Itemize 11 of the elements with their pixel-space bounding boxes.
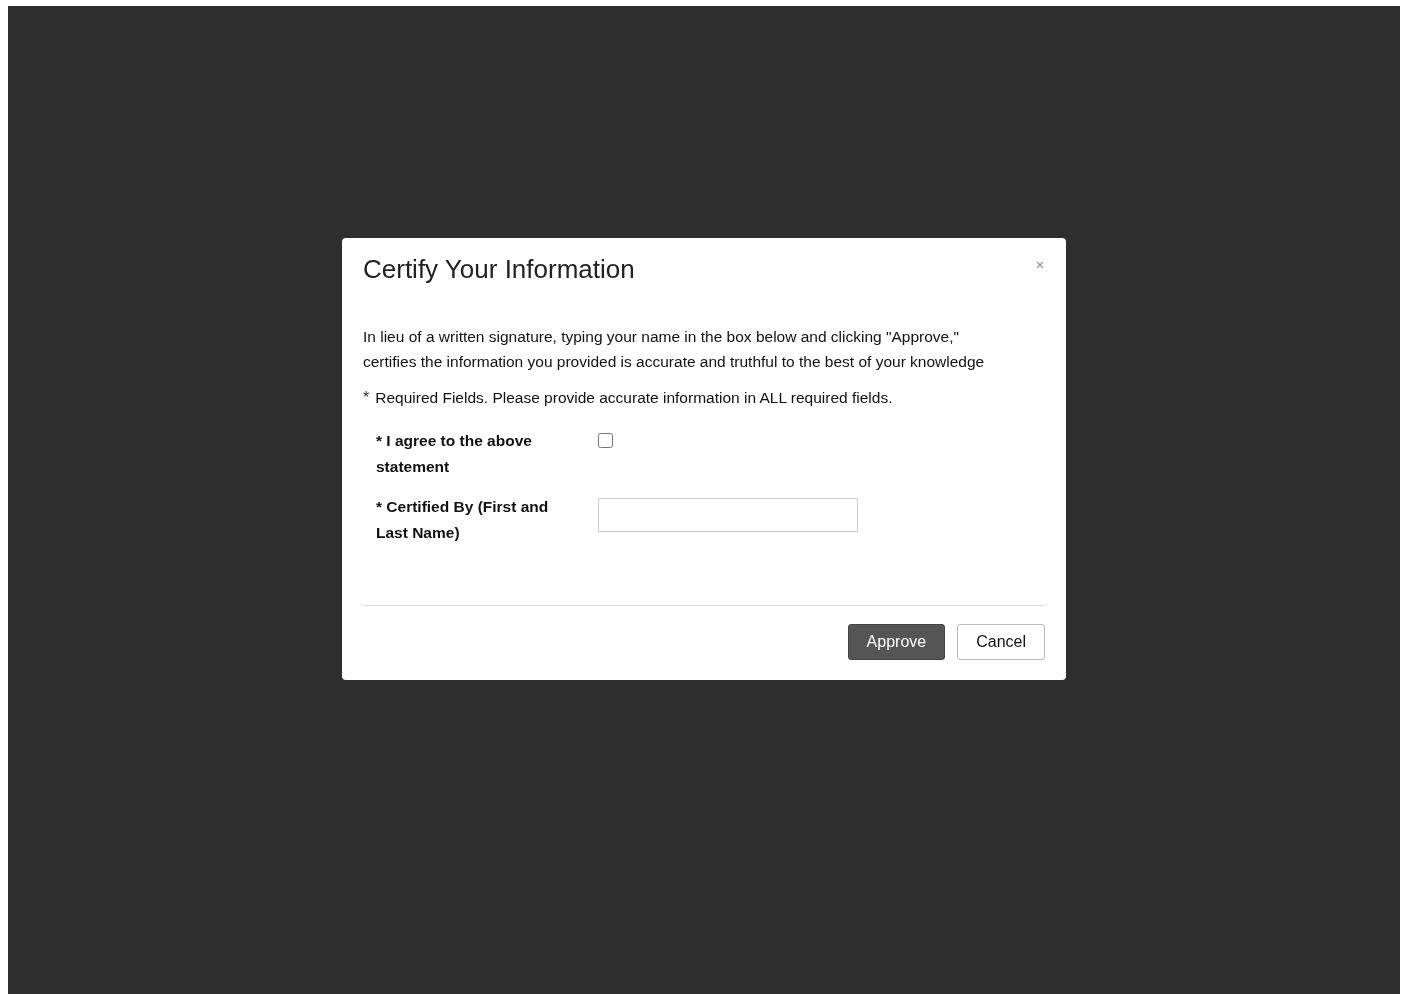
name-input-field[interactable]: [598, 498, 858, 532]
approve-button[interactable]: Approve: [847, 624, 946, 660]
field-label: * I agree to the above statement: [376, 431, 533, 477]
agree-checkbox[interactable]: [598, 433, 613, 448]
field-label: * Certified By (First and Last Name): [376, 497, 550, 543]
statement-text: In lieu of a written signature, typing your name in the box below and clicking "Approve," certifies the information you provided is accurate and truthful to the best of your knowledge: [363, 327, 986, 372]
required-note: Required Fields. Please provide accurate information in ALL required fields.: [375, 388, 893, 408]
close-icon[interactable]: [1035, 260, 1045, 270]
dialog-title: Certify Your Information: [363, 253, 635, 286]
cancel-button[interactable]: Cancel: [957, 624, 1045, 660]
required-mark: *: [363, 388, 370, 408]
